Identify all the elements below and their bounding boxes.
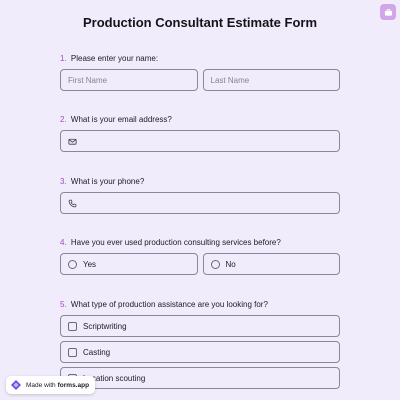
checkbox[interactable] xyxy=(68,321,77,331)
question-number: 3. xyxy=(60,177,67,186)
question-label: 3. What is your phone? xyxy=(60,177,340,187)
radio-button[interactable] xyxy=(68,259,77,269)
question-assistance-type: 5. What type of production assistance ar… xyxy=(60,300,340,389)
last-name-placeholder: Last Name xyxy=(210,75,250,85)
option-no[interactable]: No xyxy=(202,253,340,275)
form-title: Production Consultant Estimate Form xyxy=(82,15,317,30)
question-number: 2. xyxy=(60,115,67,124)
question-label: 4. Have you ever used production consult… xyxy=(60,238,340,248)
question-text: What is your phone? xyxy=(70,177,145,186)
first-name-input[interactable]: First Name xyxy=(60,69,198,91)
question-label: 2. What is your email address? xyxy=(60,115,340,125)
option-scriptwriting[interactable]: Scriptwriting xyxy=(60,315,340,337)
phone-icon xyxy=(68,199,77,207)
first-name-placeholder: First Name xyxy=(68,75,108,85)
question-text: Have you ever used production consulting… xyxy=(70,238,281,247)
option-yes[interactable]: Yes xyxy=(60,253,198,275)
option-label: No xyxy=(225,259,236,269)
question-number: 1. xyxy=(60,54,67,63)
question-number: 5. xyxy=(60,300,67,309)
last-name-input[interactable]: Last Name xyxy=(202,69,340,91)
badge-prefix: Made with xyxy=(26,381,56,389)
question-text: Please enter your name: xyxy=(70,54,159,63)
forms-app-logo-icon xyxy=(11,380,21,390)
email-input[interactable] xyxy=(60,130,340,152)
option-casting[interactable]: Casting xyxy=(60,341,340,363)
checkbox[interactable] xyxy=(68,347,77,357)
badge-brand: forms.app xyxy=(57,381,90,389)
question-number: 4. xyxy=(60,238,67,247)
question-label: 5. What type of production assistance ar… xyxy=(60,300,340,310)
question-text: What type of production assistance are y… xyxy=(70,300,268,309)
question-email: 2. What is your email address? xyxy=(60,115,340,152)
question-previous-services: 4. Have you ever used production consult… xyxy=(60,238,340,275)
option-label: Casting xyxy=(83,347,111,357)
question-name: 1. Please enter your name: First Name La… xyxy=(60,54,340,91)
phone-input[interactable] xyxy=(60,192,340,214)
question-text: What is your email address? xyxy=(70,115,172,124)
made-with-badge[interactable]: Made with forms.app xyxy=(6,376,96,394)
option-label: Scriptwriting xyxy=(83,321,127,331)
option-label: Yes xyxy=(83,259,97,269)
question-phone: 3. What is your phone? xyxy=(60,177,340,214)
radio-button[interactable] xyxy=(210,259,220,269)
mail-icon xyxy=(68,138,77,145)
option-location-scouting[interactable]: Location scouting xyxy=(60,367,340,389)
question-label: 1. Please enter your name: xyxy=(60,54,340,64)
